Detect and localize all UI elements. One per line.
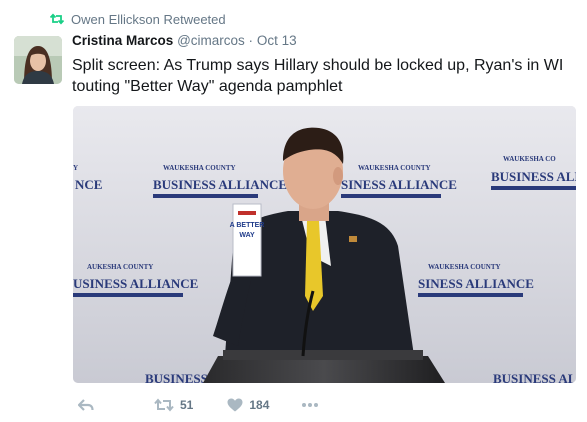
retweet-count: 51 bbox=[180, 398, 194, 412]
retweet-button[interactable]: 51 bbox=[154, 398, 193, 412]
heart-icon bbox=[227, 398, 243, 412]
backdrop-text-low-right-top: WAUKESHA COUNTY bbox=[428, 263, 501, 271]
reply-button[interactable] bbox=[78, 398, 94, 412]
tweet-card[interactable]: Owen Ellickson Retweeted Cristina Marcos… bbox=[0, 0, 587, 422]
tweet-media-photo[interactable]: Y NCE WAUKESHA COUNTY BUSINESS ALLIANCE … bbox=[73, 106, 576, 383]
backdrop-text-right-partial-top: WAUKESHA CO bbox=[503, 155, 556, 163]
backdrop-text-left-partial-top: Y bbox=[73, 164, 78, 172]
avatar-image bbox=[14, 36, 62, 84]
backdrop-text-mid-top: WAUKESHA COUNTY bbox=[358, 164, 431, 172]
backdrop-text-left-partial-bottom: NCE bbox=[75, 177, 102, 192]
retweet-context: Owen Ellickson Retweeted bbox=[50, 11, 226, 27]
like-count: 184 bbox=[249, 398, 270, 412]
pamphlet-title-line2: WAY bbox=[239, 232, 255, 239]
like-button[interactable]: 184 bbox=[227, 398, 269, 412]
tweet-text: Split screen: As Trump says Hillary shou… bbox=[72, 57, 564, 95]
backdrop-text-low-right-brand: SINESS ALLIANCE bbox=[418, 276, 534, 291]
backdrop-text-top-left: WAUKESHA COUNTY bbox=[163, 164, 236, 172]
retweeted-by-link[interactable]: Owen Ellickson Retweeted bbox=[71, 12, 226, 27]
backdrop-text-right-partial-bottom: BUSINESS ALLI bbox=[491, 169, 576, 184]
header-separator: · bbox=[248, 33, 254, 48]
pamphlet-title-line1: A BETTER bbox=[230, 222, 265, 229]
tweet-actions: 51 184 bbox=[74, 395, 319, 415]
author-name[interactable]: Cristina Marcos bbox=[72, 33, 173, 48]
retweet-icon bbox=[154, 398, 174, 412]
backdrop-text-mid-brand: SINESS ALLIANCE bbox=[341, 177, 457, 192]
reply-icon bbox=[78, 399, 94, 411]
backdrop-text-low-left-top: AUKESHA COUNTY bbox=[87, 263, 153, 271]
backdrop-text-low-left-brand: USINESS ALLIANCE bbox=[73, 276, 198, 291]
tweet-header: Cristina Marcos @cimarcos · Oct 13 bbox=[72, 33, 297, 48]
photo-speaker-at-podium: Y NCE WAUKESHA COUNTY BUSINESS ALLIANCE … bbox=[73, 106, 576, 383]
avatar[interactable] bbox=[14, 36, 62, 84]
retweet-icon bbox=[50, 13, 64, 25]
author-handle[interactable]: @cimarcos bbox=[177, 33, 245, 48]
more-dots-icon bbox=[302, 403, 319, 407]
tweet-timestamp[interactable]: Oct 13 bbox=[257, 33, 297, 48]
more-button[interactable] bbox=[301, 402, 319, 408]
backdrop-text-top-left-brand: BUSINESS ALLIANCE bbox=[153, 177, 287, 192]
backdrop-text-foot-right: BUSINESS ALL bbox=[493, 371, 576, 383]
